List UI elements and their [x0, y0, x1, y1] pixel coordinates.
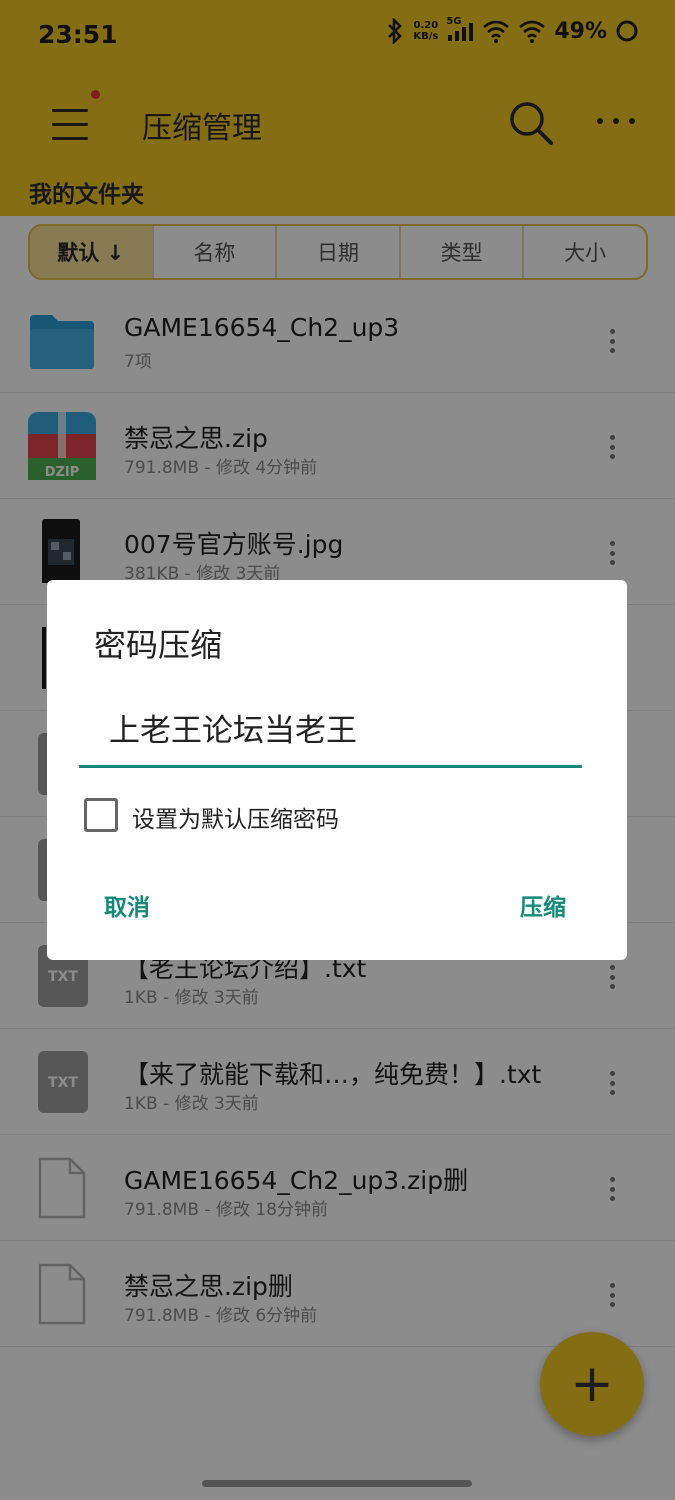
dialog-title: 密码压缩	[94, 626, 223, 664]
checkbox-label: 设置为默认压缩密码	[132, 807, 339, 833]
compress-button[interactable]: 压缩	[520, 888, 566, 922]
cancel-button[interactable]: 取消	[104, 888, 150, 922]
password-compress-dialog: 密码压缩 设置为默认压缩密码 取消 压缩	[47, 580, 627, 960]
default-password-checkbox[interactable]	[84, 798, 118, 832]
password-input[interactable]	[79, 690, 582, 768]
